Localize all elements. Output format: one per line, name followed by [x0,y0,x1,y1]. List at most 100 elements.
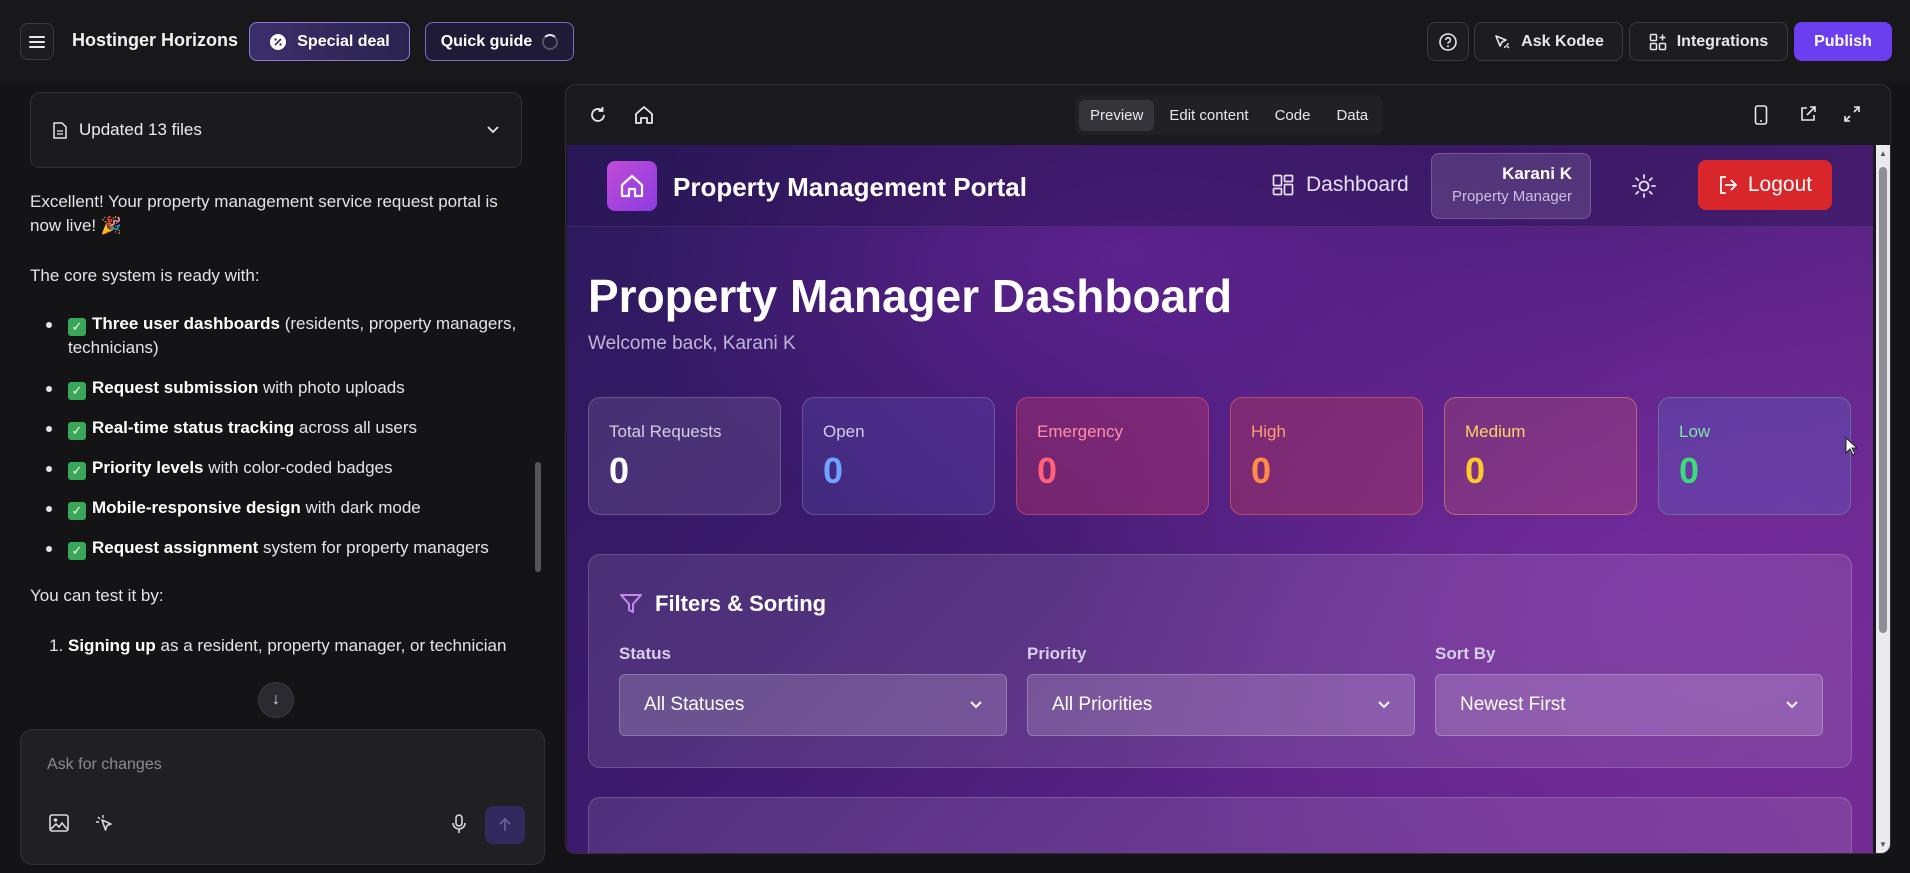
stat-card-total: Total Requests 0 [588,397,781,515]
stat-card-high: High 0 [1230,397,1423,515]
chat-scrollbar[interactable] [535,90,541,730]
priority-filter: Priority All Priorities [1027,644,1415,736]
menu-button[interactable] [20,23,54,60]
updated-files-label: Updated 13 files [79,120,202,139]
logout-icon [1719,176,1738,194]
feature-list: ✓ Three user dashboards (residents, prope… [30,312,530,560]
arrow-down-icon: ↓ [272,691,280,708]
preview-panel: Preview Edit content Code Data Property … [565,84,1891,854]
special-deal-button[interactable]: Special deal [249,22,410,61]
preview-scrollbar[interactable]: ▲ ▼ [1876,145,1890,853]
check-mark-icon: ✓ [68,318,86,336]
status-select[interactable]: All Statuses [619,674,1007,736]
composer-input[interactable]: Ask for changes [47,756,162,774]
scrollbar-thumb[interactable] [535,462,541,572]
message-core-heading: The core system is ready with: [30,266,260,285]
mouse-cursor-icon [1845,437,1859,456]
integrations-icon [1649,33,1666,50]
scroll-up-arrow-icon[interactable]: ▲ [1879,149,1887,158]
scroll-to-bottom-button[interactable]: ↓ [258,682,294,718]
tab-preview[interactable]: Preview [1079,99,1155,131]
dashboard-grid-icon [1272,174,1294,196]
steps-list: Signing up as a resident, property manag… [30,634,530,658]
check-mark-icon: ✓ [68,502,86,520]
app-title: Property Management Portal [673,172,1027,202]
filters-panel: Filters & Sorting Status All Statuses Pr… [588,554,1852,768]
fullscreen-icon[interactable] [1843,105,1861,123]
integrations-label: Integrations [1676,32,1769,50]
nav-dashboard-link[interactable]: Dashboard [1272,173,1409,197]
tab-data[interactable]: Data [1325,100,1379,131]
check-mark-icon: ✓ [68,462,86,480]
special-deal-label: Special deal [297,32,390,50]
preview-tabs: Preview Edit content Code Data [1075,95,1384,135]
brand-name: Hostinger Horizons [72,30,239,50]
arrow-up-icon [499,818,511,831]
scrollbar-thumb[interactable] [1879,167,1887,633]
ask-kodee-button[interactable]: Ask Kodee [1474,22,1623,61]
image-upload-icon[interactable] [49,814,69,832]
check-mark-icon: ✓ [68,542,86,560]
preview-toolbar: Preview Edit content Code Data [566,85,1890,145]
hamburger-icon [29,35,45,48]
list-item: ✓ Three user dashboards (residents, prope… [30,312,530,360]
logout-label: Logout [1747,173,1813,196]
help-button[interactable] [1427,22,1469,61]
list-item: ✓ Priority levels with color-coded badges [30,456,530,480]
refresh-icon[interactable] [588,105,608,125]
list-item: ✓ Real-time status tracking across all us… [30,416,530,440]
stat-card-open: Open 0 [802,397,995,515]
message-test-heading: You can test it by: [30,586,164,605]
chat-panel: Updated 13 files Excellent! Your propert… [0,84,546,873]
scroll-down-arrow-icon[interactable]: ▼ [1879,840,1887,849]
publish-button[interactable]: Publish [1794,22,1892,61]
tab-code[interactable]: Code [1264,100,1322,131]
chevron-down-icon [1786,701,1798,709]
sort-select[interactable]: Newest First [1435,674,1823,736]
user-name: Karani K [1502,164,1572,183]
filter-funnel-icon [620,594,642,613]
quick-guide-label: Quick guide [440,32,533,50]
sparkle-cursor-icon [1495,34,1510,48]
chevron-down-icon [1378,701,1390,709]
updated-files-summary[interactable]: Updated 13 files [30,92,522,168]
home-icon[interactable] [634,105,654,125]
user-role: Property Manager [1451,188,1572,205]
microphone-icon[interactable] [451,814,467,834]
check-mark-icon: ✓ [68,382,86,400]
sun-theme-toggle-icon[interactable] [1632,174,1656,198]
app-preview: Property Management Portal Dashboard Kar… [567,145,1873,853]
list-item: ✓ Mobile-responsive design with dark mode [30,496,530,520]
user-profile-card[interactable]: Karani K Property Manager [1431,153,1591,219]
top-bar: Hostinger Horizons Special deal Quick gu… [0,0,1910,84]
stat-card-low: Low 0 [1658,397,1851,515]
sort-filter: Sort By Newest First [1435,644,1823,736]
chevron-down-icon [487,126,499,134]
send-button[interactable] [485,806,525,844]
select-element-icon[interactable] [95,814,115,834]
quick-guide-button[interactable]: Quick guide [425,22,574,61]
welcome-text: Welcome back, Karani K [588,333,796,354]
ask-kodee-label: Ask Kodee [1521,32,1604,50]
integrations-button[interactable]: Integrations [1629,22,1788,61]
stat-card-medium: Medium 0 [1444,397,1637,515]
stats-row: Total Requests 0 Open 0 Emergency 0 High… [588,397,1852,515]
mobile-view-icon[interactable] [1754,105,1768,125]
nav-dashboard-label: Dashboard [1306,173,1409,196]
document-icon [53,121,67,139]
chat-composer[interactable]: Ask for changes [20,729,545,865]
open-external-icon[interactable] [1799,105,1817,123]
help-icon [1439,32,1457,51]
chevron-down-icon [970,701,982,709]
priority-select[interactable]: All Priorities [1027,674,1415,736]
filters-heading: Filters & Sorting [619,591,826,617]
assistant-message: Excellent! Your property management serv… [30,190,530,658]
priority-label: Priority [1027,644,1087,663]
sort-label: Sort By [1435,644,1496,663]
tab-edit-content[interactable]: Edit content [1158,100,1259,131]
list-item: Signing up as a resident, property manag… [68,634,530,658]
status-label: Status [619,644,671,663]
logout-button[interactable]: Logout [1698,160,1832,210]
list-item: ✓ Request assignment system for property … [30,536,530,560]
app-logo [607,161,657,211]
